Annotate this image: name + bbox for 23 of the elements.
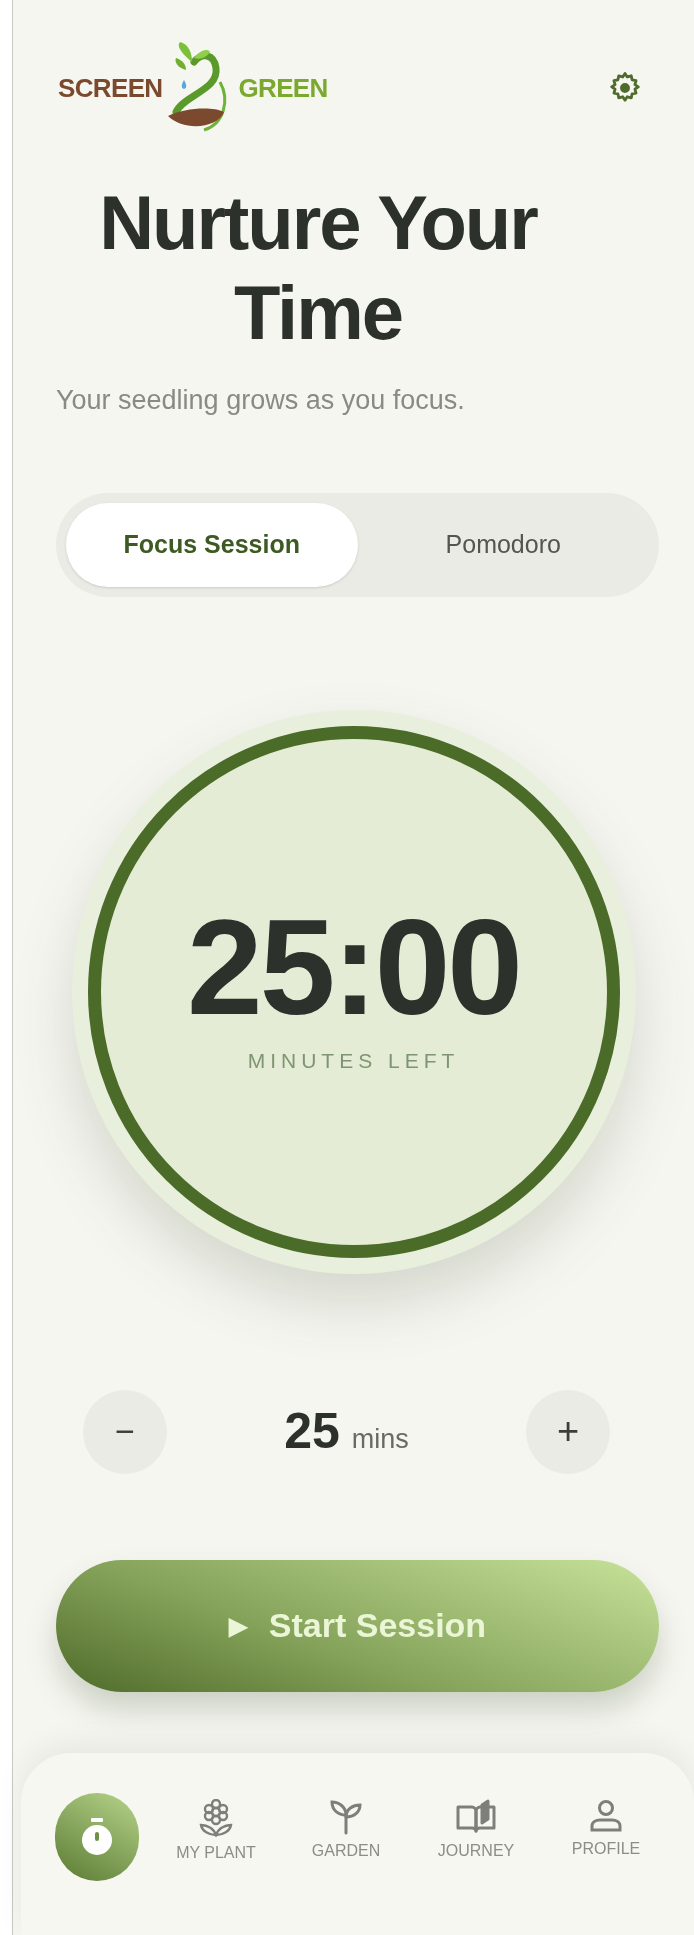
timer-readout: 25:00 [187, 896, 520, 1037]
timer-caption: MINUTES LEFT [247, 1047, 460, 1074]
logo-word: GREEN [238, 71, 328, 105]
decrease-button[interactable]: − [83, 1389, 167, 1474]
duration-value: 25 [284, 1402, 340, 1461]
start-session-button[interactable]: ▶ Start Session [56, 1559, 659, 1692]
nav-item[interactable]: JOURNEY [423, 1793, 529, 1881]
nav-item[interactable]: MY PLANT [163, 1793, 269, 1881]
mode-tab[interactable]: Focus Session [66, 502, 358, 587]
play-icon: ▶ [228, 1607, 247, 1644]
logo-word: SCREEN [58, 71, 163, 105]
subtitle: Your seedling grows as you focus. [56, 384, 466, 417]
nav-item[interactable]: GARDEN [293, 1793, 399, 1881]
page-title: Nurture Your Time [98, 179, 539, 357]
flower-icon [199, 1799, 233, 1837]
settings-icon [608, 71, 642, 105]
open-book-icon [455, 1799, 497, 1835]
increase-button[interactable]: + [526, 1389, 610, 1474]
nav-item[interactable]: PROFILE [553, 1793, 659, 1881]
sprout-icon [329, 1799, 363, 1835]
person-icon [589, 1799, 623, 1833]
duration-unit: mins [351, 1423, 409, 1456]
mode-tab[interactable]: Pomodoro [357, 502, 649, 587]
